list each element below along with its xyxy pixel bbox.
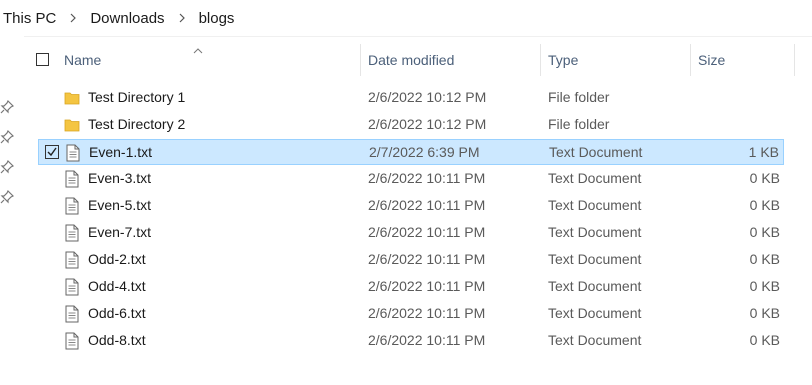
text-file-icon <box>64 197 80 215</box>
file-size: 0 KB <box>749 197 780 213</box>
file-row[interactable]: Even-5.txt 2/6/2022 10:11 PM Text Docume… <box>38 193 784 219</box>
file-name: Test Directory 1 <box>88 89 186 105</box>
file-date-modified: 2/7/2022 6:39 PM <box>369 144 480 160</box>
file-row[interactable]: Even-7.txt 2/6/2022 10:11 PM Text Docume… <box>38 220 784 246</box>
file-size: 0 KB <box>749 332 780 348</box>
file-row-selected[interactable]: Even-1.txt 2/7/2022 6:39 PM Text Documen… <box>38 139 784 165</box>
file-name: Test Directory 2 <box>88 116 186 132</box>
file-name: Even-3.txt <box>88 170 152 186</box>
text-file-icon <box>64 305 80 323</box>
file-type: File folder <box>548 116 610 132</box>
file-row[interactable]: Test Directory 2 2/6/2022 10:12 PM File … <box>38 112 784 138</box>
text-file-icon <box>64 251 80 269</box>
breadcrumb-blogs[interactable]: blogs <box>197 10 237 27</box>
pin-icon[interactable] <box>0 189 15 204</box>
file-date-modified: 2/6/2022 10:11 PM <box>368 251 486 267</box>
file-row[interactable]: Odd-2.txt 2/6/2022 10:11 PM Text Documen… <box>38 247 784 273</box>
pin-icon[interactable] <box>0 159 15 174</box>
column-header-name[interactable]: Name <box>64 52 101 68</box>
text-file-icon <box>64 278 80 296</box>
file-size: 0 KB <box>749 251 780 267</box>
column-header-size[interactable]: Size <box>698 52 725 68</box>
breadcrumb: This PC Downloads blogs <box>0 0 812 36</box>
sort-ascending-icon <box>192 42 204 54</box>
file-size: 0 KB <box>749 224 780 240</box>
column-divider[interactable] <box>540 44 541 76</box>
file-name: Even-1.txt <box>89 144 153 160</box>
column-divider[interactable] <box>794 44 795 76</box>
file-row[interactable]: Even-3.txt 2/6/2022 10:11 PM Text Docume… <box>38 166 784 192</box>
file-row[interactable]: Odd-4.txt 2/6/2022 10:11 PM Text Documen… <box>38 274 784 300</box>
toolbar-divider <box>24 36 812 37</box>
file-row[interactable]: Odd-6.txt 2/6/2022 10:11 PM Text Documen… <box>38 301 784 327</box>
breadcrumb-this-pc[interactable]: This PC <box>0 10 58 27</box>
file-type: File folder <box>548 89 610 105</box>
file-name: Odd-6.txt <box>88 305 146 321</box>
file-date-modified: 2/6/2022 10:11 PM <box>368 332 486 348</box>
file-date-modified: 2/6/2022 10:11 PM <box>368 197 486 213</box>
file-type: Text Document <box>548 197 642 213</box>
file-row[interactable]: Odd-8.txt 2/6/2022 10:11 PM Text Documen… <box>38 328 784 354</box>
folder-icon <box>64 89 80 107</box>
row-checkbox-checked[interactable] <box>45 145 59 159</box>
file-size: 0 KB <box>749 278 780 294</box>
file-type: Text Document <box>548 170 642 186</box>
text-file-icon <box>64 332 80 350</box>
pin-icon[interactable] <box>0 99 15 114</box>
file-row[interactable]: Test Directory 1 2/6/2022 10:12 PM File … <box>38 85 784 111</box>
column-header-type[interactable]: Type <box>548 52 578 68</box>
file-name: Odd-8.txt <box>88 332 146 348</box>
file-size: 0 KB <box>749 170 780 186</box>
breadcrumb-downloads[interactable]: Downloads <box>88 10 166 27</box>
file-name: Even-7.txt <box>88 224 152 240</box>
file-name: Odd-2.txt <box>88 251 146 267</box>
file-type: Text Document <box>548 305 642 321</box>
file-date-modified: 2/6/2022 10:11 PM <box>368 305 486 321</box>
pin-icon[interactable] <box>0 129 15 144</box>
file-date-modified: 2/6/2022 10:12 PM <box>368 89 487 105</box>
file-size: 0 KB <box>749 305 780 321</box>
file-date-modified: 2/6/2022 10:11 PM <box>368 224 486 240</box>
text-file-icon <box>65 144 81 162</box>
file-type: Text Document <box>548 251 642 267</box>
text-file-icon <box>64 224 80 242</box>
column-header-date-modified[interactable]: Date modified <box>368 52 454 68</box>
chevron-right-icon[interactable] <box>175 11 189 25</box>
file-type: Text Document <box>548 224 642 240</box>
select-all-checkbox[interactable] <box>36 53 49 66</box>
column-divider[interactable] <box>360 44 361 76</box>
file-type: Text Document <box>548 278 642 294</box>
column-header-row: Name Date modified Type Size <box>24 44 812 78</box>
file-name: Odd-4.txt <box>88 278 146 294</box>
chevron-right-icon[interactable] <box>66 11 80 25</box>
file-date-modified: 2/6/2022 10:12 PM <box>368 116 487 132</box>
file-date-modified: 2/6/2022 10:11 PM <box>368 278 486 294</box>
file-name: Even-5.txt <box>88 197 152 213</box>
file-type: Text Document <box>548 332 642 348</box>
column-divider[interactable] <box>690 44 691 76</box>
file-size: 1 KB <box>748 144 779 160</box>
folder-icon <box>64 116 80 134</box>
file-type: Text Document <box>549 144 643 160</box>
text-file-icon <box>64 170 80 188</box>
file-date-modified: 2/6/2022 10:11 PM <box>368 170 486 186</box>
